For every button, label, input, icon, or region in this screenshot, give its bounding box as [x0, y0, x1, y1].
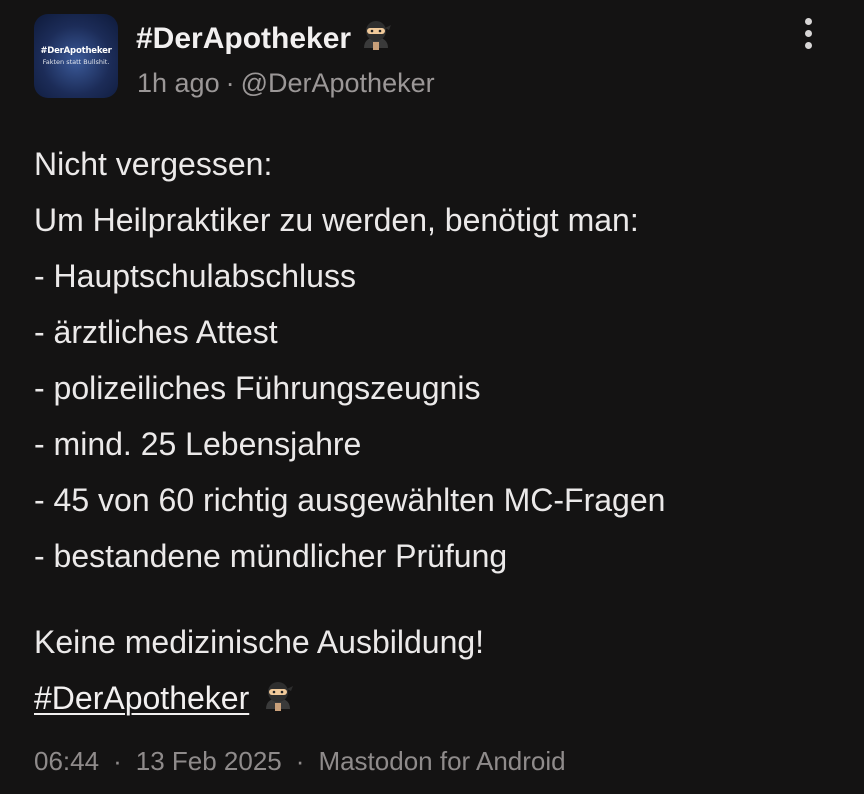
- more-dot: [805, 42, 812, 49]
- avatar-subtitle: Fakten statt Bullshit.: [42, 58, 110, 66]
- more-dot: [805, 18, 812, 25]
- client-name[interactable]: Mastodon for Android: [318, 746, 565, 776]
- author-name-row[interactable]: #DerApotheker: [136, 18, 393, 60]
- meta-separator: ·: [225, 68, 235, 98]
- relative-time: 1h ago: [137, 68, 220, 98]
- post-content: Nicht vergessen: Um Heilpraktiker zu wer…: [34, 136, 834, 726]
- post-closing: Keine medizinische Ausbildung!: [34, 624, 485, 660]
- ninja-icon: [261, 674, 295, 730]
- author-handle[interactable]: @DerApotheker: [241, 68, 435, 98]
- ninja-icon: [359, 18, 393, 60]
- author-display-name[interactable]: #DerApotheker: [136, 22, 351, 55]
- post-line: Um Heilpraktiker zu werden, benötigt man…: [34, 202, 639, 238]
- footer-separator: ·: [113, 746, 122, 776]
- more-options-button[interactable]: [794, 14, 824, 54]
- post-line: - mind. 25 Lebensjahre: [34, 426, 362, 462]
- post-date: 13 Feb 2025: [135, 746, 282, 776]
- post-time: 06:44: [34, 746, 100, 776]
- post-line: - Hauptschulabschluss: [34, 258, 356, 294]
- hashtag-row: #DerApotheker: [34, 670, 834, 726]
- post-line: - 45 von 60 richtig ausgewählten MC-Frag…: [34, 482, 666, 518]
- footer-separator: ·: [295, 746, 305, 776]
- post-line: Nicht vergessen:: [34, 146, 273, 182]
- avatar-title: #DerApotheker: [40, 46, 112, 56]
- post-footer: 06:44 · 13 Feb 2025 · Mastodon for Android: [34, 746, 566, 777]
- hashtag-link[interactable]: #DerApotheker: [34, 680, 249, 716]
- post-line: - ärztliches Attest: [34, 314, 278, 350]
- avatar[interactable]: #DerApotheker Fakten statt Bullshit.: [34, 14, 118, 98]
- post-line: - polizeiliches Führungszeugnis: [34, 370, 481, 406]
- more-dot: [805, 30, 812, 37]
- mastodon-post: #DerApotheker Fakten statt Bullshit. #De…: [0, 0, 864, 794]
- post-line: - bestandene mündlicher Prüfung: [34, 538, 508, 574]
- post-meta: 1h ago · @DerApotheker: [137, 68, 435, 99]
